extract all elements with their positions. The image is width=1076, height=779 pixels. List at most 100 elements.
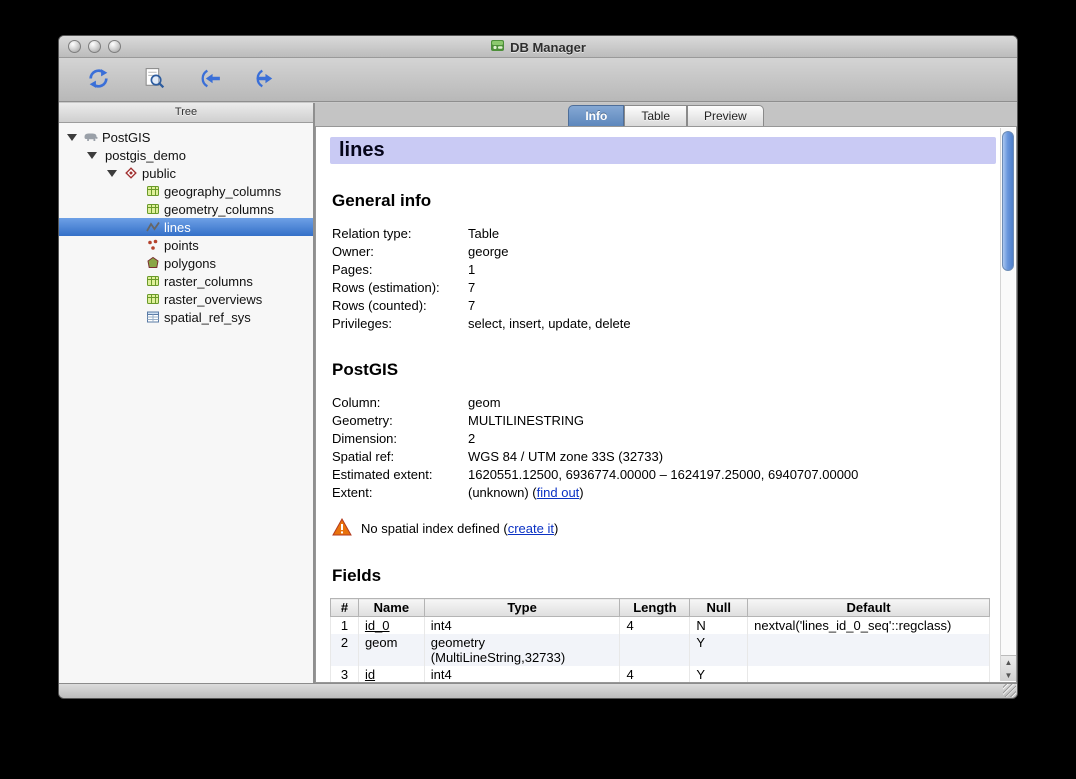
tree-item-label: points <box>164 238 199 253</box>
find-out-link[interactable]: find out <box>537 485 580 500</box>
desktop-background: DB Manager <box>0 0 1076 779</box>
tree-item-points[interactable]: points <box>59 236 313 254</box>
cell-num: 1 <box>331 617 359 635</box>
table-green-icon <box>145 292 160 307</box>
tree-item-geography-columns[interactable]: geography_columns <box>59 182 313 200</box>
tab-preview[interactable]: Preview <box>687 105 764 126</box>
sql-window-button[interactable] <box>137 64 171 96</box>
cell-name-link[interactable]: id <box>358 666 424 682</box>
cell-default: nextval('lines_id_0_seq'::regclass) <box>748 617 990 635</box>
cell-name-link[interactable]: id_0 <box>358 617 424 635</box>
info-panel-scroll-content: lines General info Relation type: Table … <box>316 127 1000 682</box>
info-label: Spatial ref: <box>332 448 468 466</box>
db-tree: PostGIS postgis_demo public <box>59 123 313 683</box>
postgis-heading: PostGIS <box>332 360 996 380</box>
info-row: Geometry: MULTILINESTRING <box>332 412 996 430</box>
tree-item-geometry-columns[interactable]: geometry_columns <box>59 200 313 218</box>
info-label: Column: <box>332 394 468 412</box>
tab-table[interactable]: Table <box>624 105 687 126</box>
info-row: Estimated extent: 1620551.12500, 6936774… <box>332 466 996 484</box>
scroll-up-arrow[interactable]: ▲ <box>1001 656 1016 669</box>
info-label: Rows (estimation): <box>332 279 468 297</box>
schema-icon <box>123 166 138 181</box>
refresh-button[interactable] <box>81 64 115 96</box>
col-header-null: Null <box>690 599 748 617</box>
info-row: Dimension: 2 <box>332 430 996 448</box>
tree-item-raster-overviews[interactable]: raster_overviews <box>59 290 313 308</box>
scroll-down-arrow[interactable]: ▼ <box>1001 669 1016 682</box>
export-layer-button[interactable] <box>249 64 283 96</box>
cell-default <box>748 666 990 682</box>
info-value: Table <box>468 225 996 243</box>
cell-default <box>748 634 990 666</box>
info-value: geom <box>468 394 996 412</box>
info-value: 1 <box>468 261 996 279</box>
warning-text: No spatial index defined (create it) <box>361 521 558 536</box>
tree-item-postgis[interactable]: PostGIS <box>59 128 313 146</box>
cell-null: N <box>690 617 748 635</box>
postgis-icon <box>83 130 98 145</box>
tree-item-public[interactable]: public <box>59 164 313 182</box>
tree-item-lines[interactable]: lines <box>59 218 313 236</box>
tree-item-label: lines <box>164 220 191 235</box>
tab-info[interactable]: Info <box>568 105 624 126</box>
tree-item-label: public <box>142 166 176 181</box>
info-row-extent: Extent: (unknown) (find out) <box>332 484 996 502</box>
tree-item-postgis-demo[interactable]: postgis_demo <box>59 146 313 164</box>
info-row: Rows (estimation): 7 <box>332 279 996 297</box>
col-header-type: Type <box>424 599 620 617</box>
cell-length: 4 <box>620 617 690 635</box>
refresh-icon <box>86 66 111 94</box>
polygons-layer-icon <box>145 256 160 271</box>
cell-type: int4 <box>424 666 620 682</box>
statusbar <box>59 683 1017 698</box>
cell-type: geometry (MultiLineString,32733) <box>424 634 620 666</box>
cell-null: Y <box>690 666 748 682</box>
disclosure-triangle[interactable] <box>67 134 77 141</box>
fields-header-row: # Name Type Length Null Default <box>331 599 990 617</box>
main-area: Tree PostGIS postgis_demo <box>59 103 1017 683</box>
scrollbar-thumb[interactable] <box>1002 131 1014 271</box>
general-info-block: Relation type: Table Owner: george Pages… <box>330 225 996 333</box>
info-label: Extent: <box>332 484 468 502</box>
info-label: Owner: <box>332 243 468 261</box>
info-panel: lines General info Relation type: Table … <box>315 126 1017 683</box>
info-row: Relation type: Table <box>332 225 996 243</box>
info-label: Estimated extent: <box>332 466 468 484</box>
tree-panel: Tree PostGIS postgis_demo <box>59 103 313 683</box>
disclosure-triangle[interactable] <box>107 170 117 177</box>
scrollbar-arrows: ▲ ▼ <box>1001 655 1016 681</box>
info-row: Pages: 1 <box>332 261 996 279</box>
tree-item-raster-columns[interactable]: raster_columns <box>59 272 313 290</box>
table-green-icon <box>145 202 160 217</box>
info-value: 2 <box>468 430 996 448</box>
table-plain-icon <box>145 310 160 325</box>
extent-value: (unknown) ( <box>468 485 537 500</box>
tree-item-spatial-ref-sys[interactable]: spatial_ref_sys <box>59 308 313 326</box>
info-value: 7 <box>468 279 996 297</box>
cell-null: Y <box>690 634 748 666</box>
cell-length: 4 <box>620 666 690 682</box>
cell-length <box>620 634 690 666</box>
vertical-scrollbar[interactable]: ▲ ▼ <box>1000 128 1015 681</box>
info-label: Dimension: <box>332 430 468 448</box>
cell-num: 3 <box>331 666 359 682</box>
tree-item-label: polygons <box>164 256 216 271</box>
app-icon <box>490 38 505 56</box>
resize-grip[interactable] <box>1003 684 1016 697</box>
info-value: select, insert, update, delete <box>468 315 996 333</box>
window-title: DB Manager <box>510 40 586 55</box>
table-row: 3 id int4 4 Y <box>331 666 990 682</box>
disclosure-triangle[interactable] <box>87 152 97 159</box>
info-row: Privileges: select, insert, update, dele… <box>332 315 996 333</box>
tree-item-polygons[interactable]: polygons <box>59 254 313 272</box>
cell-num: 2 <box>331 634 359 666</box>
extent-suffix: ) <box>579 485 583 500</box>
create-index-link[interactable]: create it <box>508 521 554 536</box>
titlebar[interactable]: DB Manager <box>59 36 1017 58</box>
table-row: 1 id_0 int4 4 N nextval('lines_id_0_seq'… <box>331 617 990 635</box>
info-row: Rows (counted): 7 <box>332 297 996 315</box>
cell-name: geom <box>358 634 424 666</box>
import-layer-button[interactable] <box>193 64 227 96</box>
warning-text-suffix: ) <box>554 521 558 536</box>
